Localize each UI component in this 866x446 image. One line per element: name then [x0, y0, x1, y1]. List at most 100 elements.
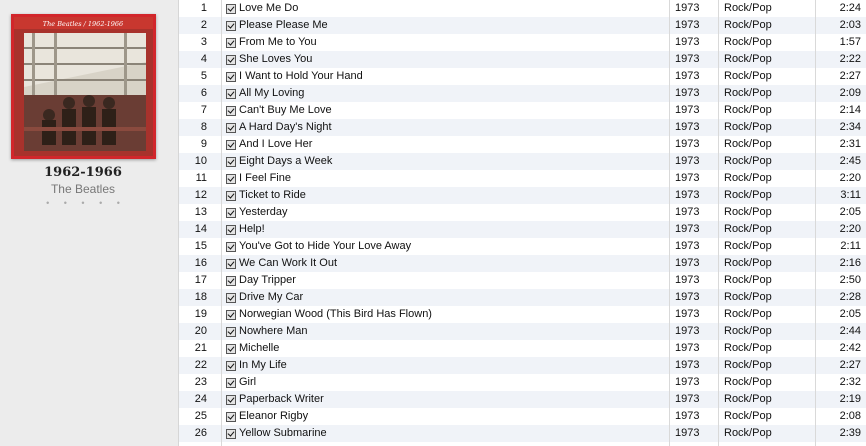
track-name: In My Life [239, 359, 287, 371]
track-row[interactable]: 1 Love Me Do 1973 Rock/Pop 2:24 [179, 0, 866, 17]
track-checkbox[interactable] [226, 140, 236, 150]
track-checkbox[interactable] [226, 157, 236, 167]
track-row[interactable]: 22 In My Life 1973 Rock/Pop 2:27 [179, 357, 866, 374]
track-year: 1973 [675, 206, 700, 218]
track-checkbox[interactable] [226, 276, 236, 286]
track-row[interactable]: 3 From Me to You 1973 Rock/Pop 1:57 [179, 34, 866, 51]
track-row[interactable]: 5 I Want to Hold Your Hand 1973 Rock/Pop 2:2… [179, 68, 866, 85]
track-genre: Rock/Pop [724, 291, 772, 303]
track-name: Can't Buy Me Love [239, 104, 332, 116]
track-row[interactable]: 2 Please Please Me 1973 Rock/Pop 2:03 [179, 17, 866, 34]
track-row[interactable]: 18 Drive My Car 1973 Rock/Pop 2:28 [179, 289, 866, 306]
track-name: A Hard Day's Night [239, 121, 332, 133]
track-checkbox[interactable] [226, 38, 236, 48]
track-time: 2:09 [839, 87, 861, 99]
track-checkbox[interactable] [226, 344, 236, 354]
track-row[interactable]: 7 Can't Buy Me Love 1973 Rock/Pop 2:14 [179, 102, 866, 119]
track-genre: Rock/Pop [724, 121, 772, 133]
track-checkbox[interactable] [226, 225, 236, 235]
track-year: 1973 [675, 172, 700, 184]
track-checkbox[interactable] [226, 21, 236, 31]
track-row[interactable]: 21 Michelle 1973 Rock/Pop 2:42 [179, 340, 866, 357]
track-genre: Rock/Pop [724, 2, 772, 14]
track-genre: Rock/Pop [724, 223, 772, 235]
track-name: From Me to You [239, 36, 317, 48]
track-row[interactable]: 14 Help! 1973 Rock/Pop 2:20 [179, 221, 866, 238]
track-year: 1973 [675, 189, 700, 201]
track-checkbox[interactable] [226, 412, 236, 422]
track-year: 1973 [675, 274, 700, 286]
track-checkbox[interactable] [226, 55, 236, 65]
track-checkbox[interactable] [226, 89, 236, 99]
track-name: Eight Days a Week [239, 155, 333, 167]
track-name: Girl [239, 376, 257, 388]
track-row[interactable]: 19 Norwegian Wood (This Bird Has Flown) 19… [179, 306, 866, 323]
track-checkbox[interactable] [226, 327, 236, 337]
track-row[interactable]: 6 All My Loving 1973 Rock/Pop 2:09 [179, 85, 866, 102]
track-row[interactable]: 16 We Can Work It Out 1973 Rock/Pop 2:16 [179, 255, 866, 272]
track-time: 2:28 [839, 291, 861, 303]
track-year: 1973 [675, 36, 700, 48]
track-number: 4 [200, 53, 207, 65]
track-number: 20 [194, 325, 207, 337]
track-checkbox[interactable] [226, 242, 236, 252]
track-row[interactable]: 13 Yesterday 1973 Rock/Pop 2:05 [179, 204, 866, 221]
track-row[interactable]: 17 Day Tripper 1973 Rock/Pop 2:50 [179, 272, 866, 289]
track-year: 1973 [675, 121, 700, 133]
track-row[interactable]: 20 Nowhere Man 1973 Rock/Pop 2:44 [179, 323, 866, 340]
track-checkbox[interactable] [226, 4, 236, 14]
track-year: 1973 [675, 155, 700, 167]
track-year: 1973 [675, 325, 700, 337]
track-checkbox[interactable] [226, 378, 236, 388]
track-row[interactable]: 26 Yellow Submarine 1973 Rock/Pop 2:39 [179, 425, 866, 442]
track-checkbox[interactable] [226, 395, 236, 405]
track-row[interactable]: 23 Girl 1973 Rock/Pop 2:32 [179, 374, 866, 391]
track-row[interactable]: 9 And I Love Her 1973 Rock/Pop 2:31 [179, 136, 866, 153]
track-name: Love Me Do [239, 2, 299, 14]
track-year: 1973 [675, 53, 700, 65]
track-checkbox[interactable] [226, 123, 236, 133]
track-year: 1973 [675, 87, 700, 99]
track-row[interactable]: 25 Eleanor Rigby 1973 Rock/Pop 2:08 [179, 408, 866, 425]
column-divider [221, 0, 222, 446]
track-number: 26 [194, 427, 207, 439]
track-time: 2:08 [839, 410, 861, 422]
track-name: I Feel Fine [239, 172, 291, 184]
track-time: 2:14 [839, 104, 861, 116]
track-row[interactable]: 10 Eight Days a Week 1973 Rock/Pop 2:45 [179, 153, 866, 170]
track-row[interactable]: 4 She Loves You 1973 Rock/Pop 2:22 [179, 51, 866, 68]
track-checkbox[interactable] [226, 361, 236, 371]
track-checkbox[interactable] [226, 174, 236, 184]
track-time: 2:50 [839, 274, 861, 286]
track-time: 2:03 [839, 19, 861, 31]
track-checkbox[interactable] [226, 72, 236, 82]
album-cover-art[interactable]: The Beatles / 1962-1966 [11, 14, 156, 159]
track-number: 9 [200, 138, 207, 150]
track-time: 2:42 [839, 342, 861, 354]
track-checkbox[interactable] [226, 106, 236, 116]
track-row[interactable]: 8 A Hard Day's Night 1973 Rock/Pop 2:34 [179, 119, 866, 136]
track-row[interactable]: 12 Ticket to Ride 1973 Rock/Pop 3:11 [179, 187, 866, 204]
track-number: 17 [194, 274, 207, 286]
track-time: 2:05 [839, 206, 861, 218]
track-genre: Rock/Pop [724, 342, 772, 354]
album-rating[interactable]: • • • • • [0, 198, 166, 208]
track-name: We Can Work It Out [239, 257, 338, 269]
track-name: Paperback Writer [239, 393, 324, 405]
track-checkbox[interactable] [226, 293, 236, 303]
track-time: 2:24 [839, 2, 861, 14]
track-row[interactable]: 24 Paperback Writer 1973 Rock/Pop 2:19 [179, 391, 866, 408]
track-checkbox[interactable] [226, 310, 236, 320]
track-checkbox[interactable] [226, 429, 236, 439]
track-checkbox[interactable] [226, 191, 236, 201]
track-row[interactable]: 11 I Feel Fine 1973 Rock/Pop 2:20 [179, 170, 866, 187]
track-checkbox[interactable] [226, 208, 236, 218]
track-row[interactable]: 15 You've Got to Hide Your Love Away 1973 R… [179, 238, 866, 255]
track-checkbox[interactable] [226, 259, 236, 269]
track-time: 2:32 [839, 376, 861, 388]
track-time: 2:22 [839, 53, 861, 65]
track-year: 1973 [675, 257, 700, 269]
track-name: Ticket to Ride [239, 189, 306, 201]
album-artist[interactable]: The Beatles [0, 182, 166, 196]
track-number: 11 [195, 172, 207, 184]
